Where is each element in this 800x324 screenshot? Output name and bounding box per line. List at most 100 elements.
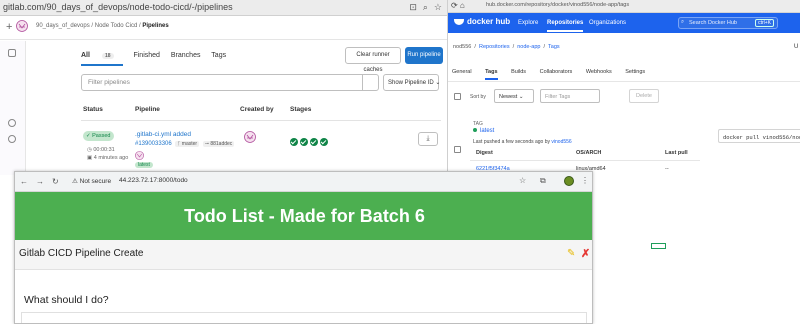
table-divider — [81, 120, 441, 121]
docker-address-bar[interactable]: ⟳ ⌂ hub.docker.com/repository/docker/vin… — [448, 0, 800, 13]
nav-repositories[interactable]: Repositories — [547, 20, 584, 32]
zoom-icon[interactable]: ⌕ — [423, 2, 428, 12]
tab-builds[interactable]: Builds — [511, 69, 526, 75]
finished-value: 4 minutes ago — [93, 155, 129, 161]
list-item: Gitlab CICD Pipeline Create ✎ ✗ — [15, 240, 592, 270]
crumb-repo[interactable]: node-app — [517, 44, 540, 50]
clear-runner-caches-button[interactable]: Clear runner caches — [345, 47, 401, 73]
nav-explore[interactable]: Explore — [518, 20, 538, 26]
show-pipeline-id-dropdown[interactable]: Show Pipeline ID ⌄ — [383, 74, 440, 91]
tab-finished[interactable]: Finished — [133, 52, 159, 59]
status-badge[interactable]: ✓ Passed — [83, 131, 114, 141]
gitlab-window: gitlab.com/90_days_of_devops/node-todo-c… — [0, 0, 448, 175]
pipeline-id[interactable]: #1390033306 — [135, 141, 172, 147]
todo-address-bar: ← → ↻ ⚠ Not secure 44.223.72.17:8000/tod… — [15, 172, 592, 192]
pull-command[interactable]: docker pull vinod556/node-app:latest — [718, 129, 800, 143]
tab-all[interactable]: All 18 — [81, 52, 123, 66]
new-todo-label: What should I do? — [24, 294, 109, 306]
sidebar-circle-icon[interactable] — [8, 119, 16, 127]
back-icon[interactable]: ← — [20, 177, 28, 186]
select-all-checkbox[interactable] — [454, 93, 461, 100]
commit-sha: 881addec — [210, 141, 233, 147]
delete-x-icon[interactable]: ✗ — [581, 247, 590, 260]
stage-passed-icon[interactable] — [320, 138, 328, 146]
gitlab-address-bar[interactable]: gitlab.com/90_days_of_devops/node-todo-c… — [0, 0, 447, 16]
edit-pencil-icon[interactable]: ✎ — [567, 248, 575, 259]
docker-search-placeholder: Search Docker Hub — [689, 20, 737, 26]
forward-icon[interactable]: → — [36, 177, 44, 186]
search-shortcut: ctrl+K — [755, 19, 774, 27]
sidebar-doc-icon[interactable] — [8, 49, 16, 57]
run-pipeline-button[interactable]: Run pipeline — [405, 47, 443, 64]
tab-settings[interactable]: Settings — [625, 69, 645, 75]
created-by-avatar-icon[interactable] — [244, 131, 256, 143]
tab-branches[interactable]: Branches — [171, 52, 201, 59]
todo-url[interactable]: 44.223.72.17:8000/todo — [119, 177, 188, 184]
stage-passed-icon[interactable] — [290, 138, 298, 146]
stage-passed-icon[interactable] — [300, 138, 308, 146]
plus-icon[interactable]: + — [6, 21, 12, 33]
breadcrumb-group[interactable]: 90_days_of_devops — [36, 23, 90, 29]
tag-name-text: latest — [480, 128, 495, 134]
tag-name[interactable]: latest — [473, 128, 494, 134]
header-os-arch: OS/ARCH — [576, 150, 602, 156]
repo-tabs: General Tags Builds Collaborators Webhoo… — [452, 69, 657, 80]
user-menu[interactable]: U — [794, 44, 798, 50]
latest-badge: latest — [135, 162, 153, 168]
user-avatar-icon[interactable] — [16, 20, 28, 32]
chevron-down-icon: ⌄ — [518, 94, 524, 100]
pipeline-timing: ◷ 00:00:31 ▣ 4 minutes ago — [87, 146, 128, 162]
branch-name: master — [181, 141, 198, 147]
cursor-indicator — [651, 243, 666, 249]
filter-tags-input[interactable]: Filter Tags — [540, 89, 600, 103]
sidebar-clock-icon[interactable] — [8, 135, 16, 143]
tab-tags[interactable]: Tags — [485, 69, 498, 80]
header-digest: Digest — [476, 150, 493, 156]
bookmark-star-icon[interactable]: ☆ — [519, 176, 526, 185]
search-icon[interactable] — [362, 75, 378, 90]
translate-icon[interactable]: ⊡ — [409, 2, 417, 12]
tab-tags[interactable]: Tags — [211, 52, 226, 59]
committer-avatar-icon[interactable] — [135, 151, 144, 160]
gitlab-url[interactable]: gitlab.com/90_days_of_devops/node-todo-c… — [3, 2, 233, 12]
header-stages: Stages — [290, 106, 312, 113]
crumb-tags[interactable]: Tags — [548, 44, 560, 50]
tab-collaborators[interactable]: Collaborators — [540, 69, 573, 75]
crumb-repositories[interactable]: Repositories — [479, 44, 510, 50]
last-pull-value: -- — [665, 166, 669, 172]
reload-icon[interactable]: ⟳ ⌂ — [451, 1, 465, 10]
crumb-user[interactable]: nod556 — [453, 44, 471, 50]
new-todo-input[interactable] — [21, 312, 587, 323]
sort-select[interactable]: Newest ⌄ — [494, 89, 534, 103]
tag-row-checkbox[interactable] — [454, 146, 461, 153]
show-pipeline-id-label: Show Pipeline ID — [388, 80, 434, 86]
filter-pipelines-input[interactable]: Filter pipelines — [81, 74, 379, 91]
bookmark-star-icon[interactable]: ☆ — [434, 2, 442, 12]
pipeline-stages — [290, 133, 330, 151]
header-created-by: Created by — [240, 106, 274, 113]
extensions-icon[interactable]: ⧉ — [540, 176, 546, 186]
delete-button[interactable]: Delete — [629, 89, 659, 103]
breadcrumb-pipelines[interactable]: Pipelines — [142, 23, 168, 29]
commit-chip[interactable]: ⊸ 881addec — [202, 141, 235, 147]
tab-general[interactable]: General — [452, 69, 472, 75]
not-secure-indicator[interactable]: ⚠ Not secure — [72, 177, 111, 185]
download-artifacts-button[interactable]: ⤓ — [418, 132, 438, 146]
breadcrumb-project[interactable]: Node Todo Cicd — [95, 23, 138, 29]
pipeline-commit-title[interactable]: .gitlab-ci.yml added — [135, 130, 191, 139]
docker-logo[interactable]: docker hub — [454, 17, 510, 26]
page-title: Todo List - Made for Batch 6 — [184, 206, 425, 226]
docker-url[interactable]: hub.docker.com/repository/docker/vinod55… — [486, 2, 629, 8]
docker-search-input[interactable]: ⌕ Search Docker Hub ctrl+K — [678, 17, 778, 29]
branch-chip[interactable]: ᚴ master — [175, 141, 200, 147]
docker-logo-text: docker hub — [467, 17, 511, 26]
reload-icon[interactable]: ↻ — [52, 177, 59, 186]
profile-avatar[interactable] — [564, 176, 574, 186]
docker-breadcrumb: nod556 / Repositories / node-app / Tags — [453, 44, 560, 50]
gitlab-sidebar — [0, 41, 26, 175]
stage-passed-icon[interactable] — [310, 138, 318, 146]
tab-webhooks[interactable]: Webhooks — [586, 69, 612, 75]
pushed-by-user[interactable]: vinod556 — [551, 139, 571, 145]
kebab-menu-icon[interactable]: ⋮ — [581, 176, 589, 185]
nav-organizations[interactable]: Organizations — [589, 20, 626, 26]
